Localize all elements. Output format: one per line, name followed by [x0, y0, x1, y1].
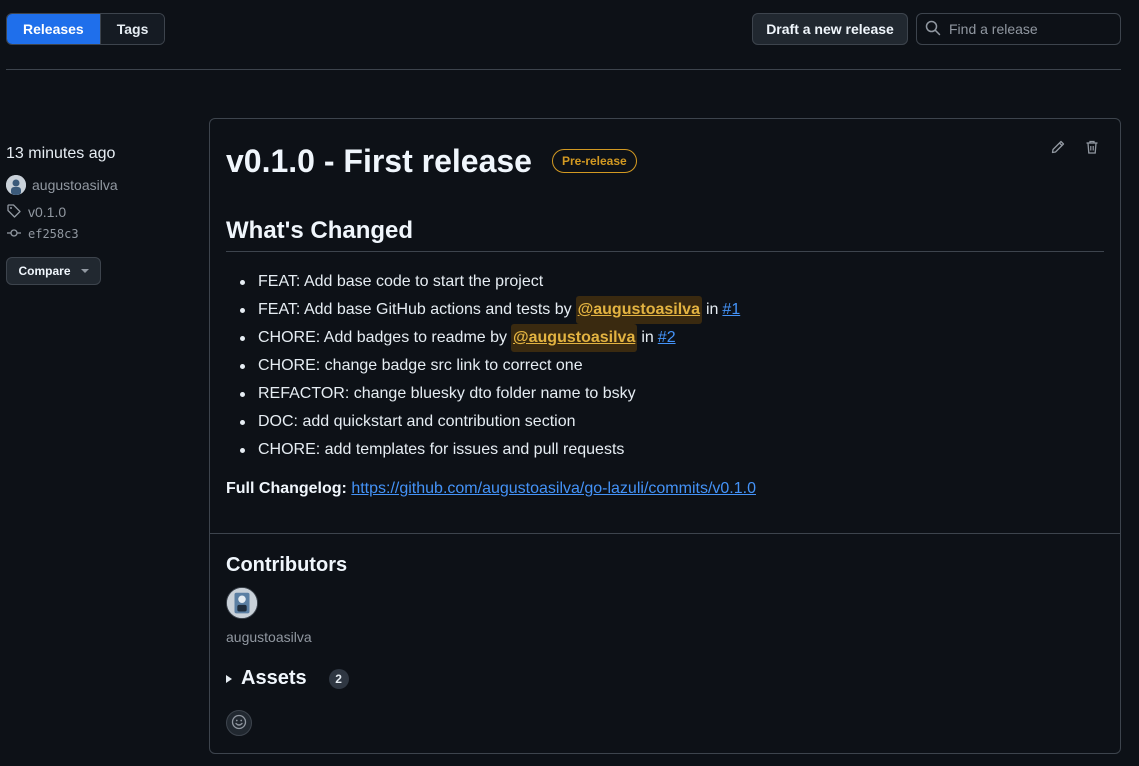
change-text: DOC: add quickstart and contribution sec… [258, 413, 576, 430]
assets-heading: Assets [241, 667, 307, 689]
release-tag[interactable]: v0.1.0 [6, 203, 196, 221]
bullet [240, 335, 245, 341]
bullet [240, 419, 245, 425]
assets-toggle[interactable]: Assets 2 [226, 667, 1104, 690]
change-text: CHORE: add templates for issues and pull… [258, 441, 625, 458]
list-item: REFACTOR: change bluesky dto folder name… [240, 380, 1104, 408]
release-time: 13 minutes ago [6, 145, 116, 162]
user-mention[interactable]: @augustoasilva [575, 296, 702, 324]
chevron-right-icon [226, 674, 232, 683]
whats-changed-heading: What's Changed [226, 217, 1104, 252]
list-item: CHORE: change badge src link to correct … [240, 352, 1104, 380]
bullet [240, 363, 245, 369]
release-header: v0.1.0 - First release Pre-release [226, 143, 1104, 179]
changes-list: FEAT: Add base code to start the project… [226, 268, 1104, 464]
change-in: in [641, 329, 654, 346]
search-icon [925, 20, 941, 39]
pencil-icon[interactable] [1050, 139, 1066, 155]
change-text: CHORE: change badge src link to correct … [258, 357, 583, 374]
compare-label: Compare [18, 264, 71, 278]
changelog-label: Full Changelog: [226, 480, 347, 497]
change-in: in [705, 301, 719, 318]
release-search[interactable] [916, 13, 1121, 45]
release-actions [1050, 139, 1100, 155]
change-text: FEAT: Add base GitHub actions and tests … [258, 301, 572, 318]
bullet [240, 307, 245, 313]
release-body: v0.1.0 - First release Pre-release What'… [210, 119, 1120, 534]
contributor-name[interactable]: augustoasilva [226, 629, 1104, 645]
trash-icon[interactable] [1084, 139, 1100, 155]
assets-count: 2 [328, 668, 349, 689]
release-meta: 13 minutes ago augustoasilva v0.1.0 ef25… [6, 142, 196, 285]
changelog-link[interactable]: https://github.com/augustoasilva/go-lazu… [351, 480, 756, 497]
smiley-icon [231, 714, 247, 733]
avatar[interactable] [226, 587, 258, 619]
compare-button[interactable]: Compare [6, 257, 101, 285]
prerelease-badge: Pre-release [551, 149, 637, 173]
chevron-down-icon [80, 269, 89, 273]
commit-hash[interactable]: ef258c3 [28, 227, 79, 241]
author-avatar [6, 175, 26, 195]
list-item: FEAT: Add base code to start the project [240, 268, 1104, 296]
release-commit[interactable]: ef258c3 [6, 225, 196, 243]
search-input[interactable] [949, 21, 1109, 37]
change-text: CHORE: Add badges to readme by [258, 329, 508, 346]
full-changelog: Full Changelog: https://github.com/augus… [226, 480, 1104, 498]
change-text: FEAT: Add base code to start the project [258, 273, 544, 290]
bullet [240, 447, 245, 453]
user-mention[interactable]: @augustoasilva [511, 324, 638, 352]
release-author[interactable]: augustoasilva [6, 174, 196, 196]
tag-name[interactable]: v0.1.0 [28, 204, 66, 220]
add-reaction-button[interactable] [226, 710, 252, 736]
list-item: CHORE: Add badges to readme by @augustoa… [240, 324, 1104, 352]
change-text: REFACTOR: change bluesky dto folder name… [258, 385, 636, 402]
list-item: FEAT: Add base GitHub actions and tests … [240, 296, 1104, 324]
tab-tags[interactable]: Tags [99, 14, 165, 44]
header-divider [6, 69, 1121, 70]
release-tabs: Releases Tags [6, 13, 166, 45]
contributors-heading: Contributors [226, 554, 348, 576]
pr-link[interactable]: #2 [658, 324, 676, 352]
release-title[interactable]: v0.1.0 - First release [226, 143, 532, 180]
bullet [240, 279, 245, 285]
list-item: DOC: add quickstart and contribution sec… [240, 408, 1104, 436]
pr-link[interactable]: #1 [722, 296, 740, 324]
list-item: CHORE: add templates for issues and pull… [240, 436, 1104, 464]
tag-icon [6, 203, 22, 222]
draft-release-button[interactable]: Draft a new release [752, 13, 908, 45]
release-card: v0.1.0 - First release Pre-release What'… [209, 118, 1121, 754]
bullet [240, 391, 245, 397]
author-name[interactable]: augustoasilva [32, 177, 118, 193]
commit-icon [6, 225, 22, 244]
tab-releases[interactable]: Releases [7, 14, 100, 44]
release-footer: Contributors augustoasilva Assets 2 [210, 534, 1120, 736]
